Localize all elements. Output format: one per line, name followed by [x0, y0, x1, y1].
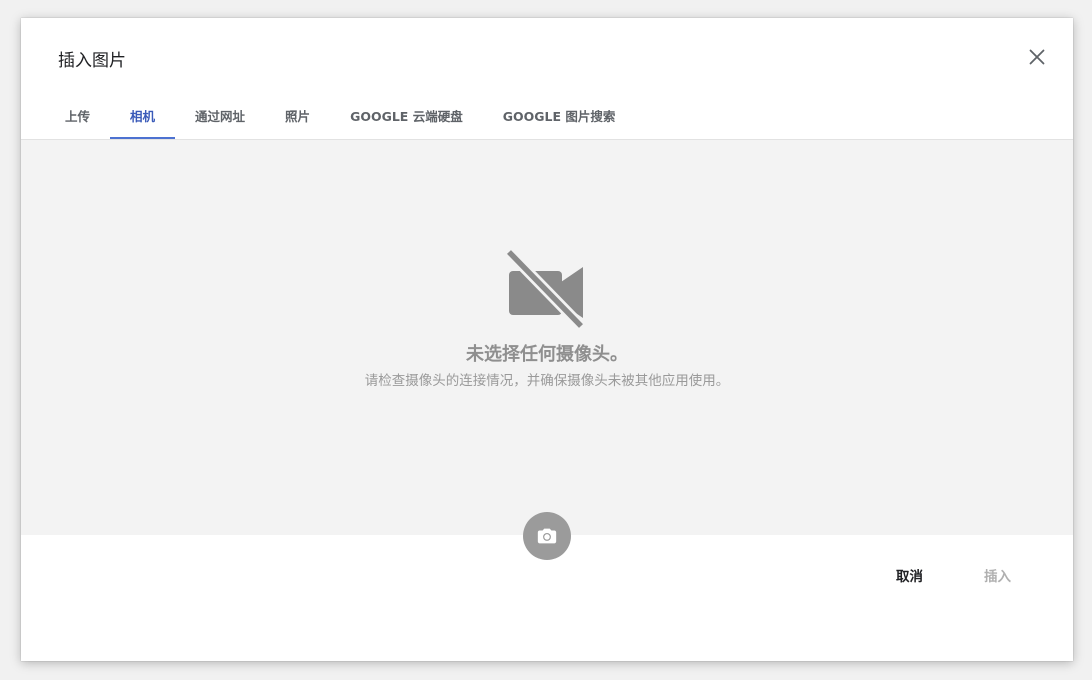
camera-preview-area: 未选择任何摄像头。 请检查摄像头的连接情况，并确保摄像头未被其他应用使用。 — [21, 140, 1073, 535]
cancel-button[interactable]: 取消 — [896, 565, 923, 585]
close-icon — [1029, 49, 1045, 65]
tab-google-image-search[interactable]: GOOGLE 图片搜索 — [483, 104, 636, 139]
camera-icon — [537, 528, 557, 544]
close-button[interactable] — [1024, 44, 1050, 70]
tab-photos[interactable]: 照片 — [265, 104, 330, 139]
insert-button[interactable]: 插入 — [984, 565, 1011, 585]
no-camera-title: 未选择任何摄像头。 — [466, 344, 628, 365]
tab-by-url[interactable]: 通过网址 — [175, 104, 265, 139]
tab-upload[interactable]: 上传 — [45, 104, 110, 139]
videocam-off-icon — [505, 248, 585, 328]
tab-google-drive[interactable]: GOOGLE 云端硬盘 — [330, 104, 483, 139]
capture-button[interactable] — [523, 512, 571, 560]
tab-camera[interactable]: 相机 — [110, 104, 176, 139]
tab-bar: 上传 相机 通过网址 照片 GOOGLE 云端硬盘 GOOGLE 图片搜索 — [45, 104, 635, 139]
insert-image-dialog: 插入图片 上传 相机 通过网址 照片 GOOGLE 云端硬盘 GOOGLE 图片… — [21, 18, 1073, 661]
dialog-title: 插入图片 — [58, 51, 126, 71]
no-camera-detail: 请检查摄像头的连接情况，并确保摄像头未被其他应用使用。 — [364, 373, 730, 389]
